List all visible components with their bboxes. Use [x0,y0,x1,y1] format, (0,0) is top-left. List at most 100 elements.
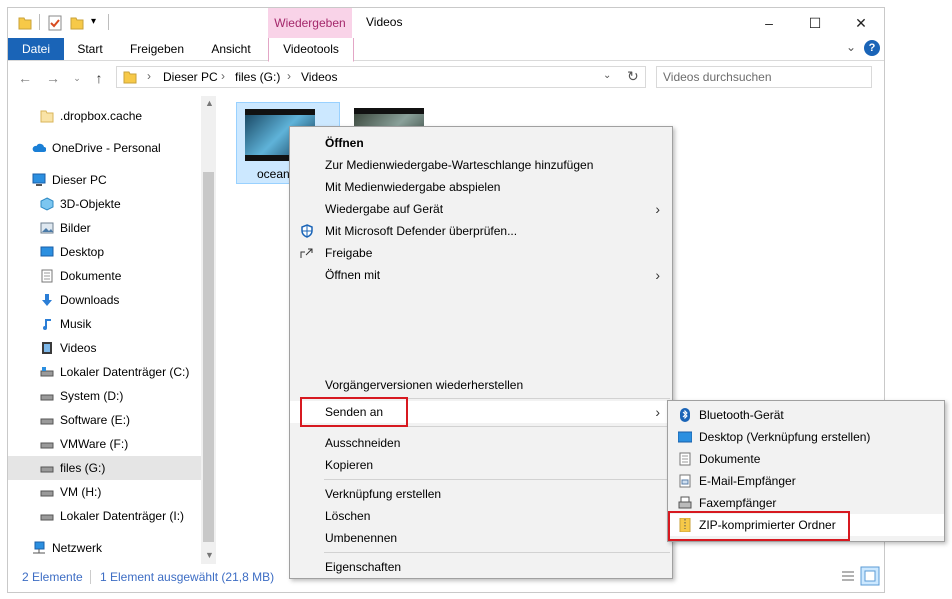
menu-item-oeffnen[interactable]: Öffnen [290,132,672,154]
close-button[interactable]: ✕ [838,8,884,38]
tab-datei[interactable]: Datei [8,38,64,60]
divider [39,14,40,30]
drive-icon [40,442,54,449]
nav-item-musik[interactable]: Musik [8,312,201,336]
breadcrumb-dieser-pc[interactable]: Dieser PC [163,70,218,84]
ribbon-collapse-icon[interactable]: ⌄ [846,40,856,54]
navigation-scrollbar[interactable]: ▲ ▼ [201,96,216,564]
menu-item-properties[interactable]: Eigenschaften [290,556,672,578]
mail-icon [679,474,691,488]
video-icon [42,342,52,354]
nav-item-drive-f[interactable]: VMWare (F:) [8,432,201,456]
nav-item-dieser-pc[interactable]: Dieser PC [8,168,201,192]
status-item-count: 2 Elemente [22,570,83,584]
nav-item-drive-h[interactable]: VM (H:) [8,480,201,504]
sendto-mail-recipient[interactable]: E-Mail-Empfänger [668,470,944,492]
share-icon [300,248,313,258]
nav-item-3d-objekte[interactable]: 3D-Objekte [8,192,201,216]
menu-item-cast-to-device[interactable]: Wiedergabe auf Gerät › [290,198,672,220]
nav-item-desktop[interactable]: Desktop [8,240,201,264]
drive-icon [40,466,54,473]
desktop-icon [678,431,692,443]
properties-icon[interactable] [48,15,62,31]
breadcrumb-separator: › [147,69,151,83]
menu-item-rename[interactable]: Umbenennen [290,527,672,549]
recent-locations-icon[interactable]: ⌄ [68,70,86,86]
nav-item-drive-i[interactable]: Lokaler Datenträger (I:) [8,504,201,528]
divider [108,14,109,30]
contextual-tab-group: Wiedergeben [268,8,352,38]
tab-videotools[interactable]: Videotools [268,38,354,62]
document-icon [41,269,53,283]
menu-separator [324,479,670,480]
title-bar: ▾ Wiedergeben Videos – ☐ ✕ [8,8,884,38]
tab-start[interactable]: Start [68,38,112,60]
drive-icon [40,490,54,497]
nav-item-bilder[interactable]: Bilder [8,216,201,240]
document-icon [679,452,691,466]
refresh-icon[interactable]: ↻ [627,68,639,85]
scroll-up-icon[interactable]: ▲ [205,98,214,108]
menu-item-create-shortcut[interactable]: Verknüpfung erstellen [290,483,672,505]
folder-icon [123,71,137,84]
search-input[interactable]: Videos durchsuchen [656,66,872,88]
nav-item-dokumente[interactable]: Dokumente [8,264,201,288]
breadcrumb-separator: › [221,69,225,83]
menu-item-play-media[interactable]: Mit Medienwiedergabe abspielen [290,176,672,198]
divider [90,570,91,584]
address-bar[interactable]: › Dieser PC › files (G:) › Videos ⌄ ↻ [116,66,646,88]
fax-icon [678,496,692,509]
large-icons-view-icon[interactable] [860,566,880,586]
breadcrumb-videos[interactable]: Videos [301,70,337,84]
sendto-desktop-shortcut[interactable]: Desktop (Verknüpfung erstellen) [668,426,944,448]
drive-icon [40,418,54,425]
desktop-icon [40,246,54,257]
menu-item-add-to-queue[interactable]: Zur Medienwiedergabe-Warteschlange hinzu… [290,154,672,176]
menu-item-share[interactable]: Freigabe [290,242,672,264]
nav-item-netzwerk[interactable]: Netzwerk [8,536,201,560]
pictures-icon [40,222,54,234]
minimize-button[interactable]: – [746,8,792,38]
back-button[interactable]: ← [16,70,34,86]
breadcrumb-files-g[interactable]: files (G:) [235,70,280,84]
nav-item-drive-e[interactable]: Software (E:) [8,408,201,432]
drive-icon [40,394,54,401]
music-note-icon [43,319,51,330]
nav-item-drive-d[interactable]: System (D:) [8,384,201,408]
tab-ansicht[interactable]: Ansicht [202,38,260,60]
download-arrow-icon [42,294,52,306]
help-icon[interactable]: ? [864,40,880,56]
tab-freigeben[interactable]: Freigeben [120,38,194,60]
menu-item-delete[interactable]: Löschen [290,505,672,527]
menu-item-restore-previous-versions[interactable]: Vorgängerversionen wiederherstellen [290,374,672,396]
cube-icon [40,197,54,211]
menu-item-cut[interactable]: Ausschneiden [290,432,672,454]
scrollbar-thumb[interactable] [203,172,214,542]
folder-icon[interactable] [18,15,32,31]
maximize-button[interactable]: ☐ [792,8,838,38]
nav-item-onedrive[interactable]: OneDrive - Personal [8,136,201,160]
menu-item-defender-scan[interactable]: Mit Microsoft Defender überprüfen... [290,220,672,242]
nav-item-drive-c[interactable]: Lokaler Datenträger (C:) [8,360,201,384]
nav-item-dropbox-cache[interactable]: .dropbox.cache [8,104,201,128]
chevron-right-icon: › [655,404,660,420]
customize-toolbar-icon[interactable]: ▾ [91,16,96,27]
scroll-down-icon[interactable]: ▼ [205,550,214,560]
network-icon [33,541,45,554]
details-view-icon[interactable] [840,568,856,584]
sendto-documents[interactable]: Dokumente [668,448,944,470]
forward-button[interactable]: → [44,70,62,86]
nav-item-videos[interactable]: Videos [8,336,201,360]
breadcrumb-separator: › [287,69,291,83]
menu-item-copy[interactable]: Kopieren [290,454,672,476]
nav-item-drive-g[interactable]: files (G:) [8,456,201,480]
sendto-bluetooth[interactable]: Bluetooth-Gerät [668,404,944,426]
context-menu: Öffnen Zur Medienwiedergabe-Warteschlang… [289,126,673,579]
menu-item-open-with[interactable]: Öffnen mit › [290,264,672,286]
address-dropdown-icon[interactable]: ⌄ [603,70,611,81]
nav-item-downloads[interactable]: Downloads [8,288,201,312]
chevron-right-icon: › [655,267,660,283]
new-folder-icon[interactable] [70,15,84,31]
up-button[interactable]: ↑ [90,70,108,86]
drive-icon [40,514,54,521]
